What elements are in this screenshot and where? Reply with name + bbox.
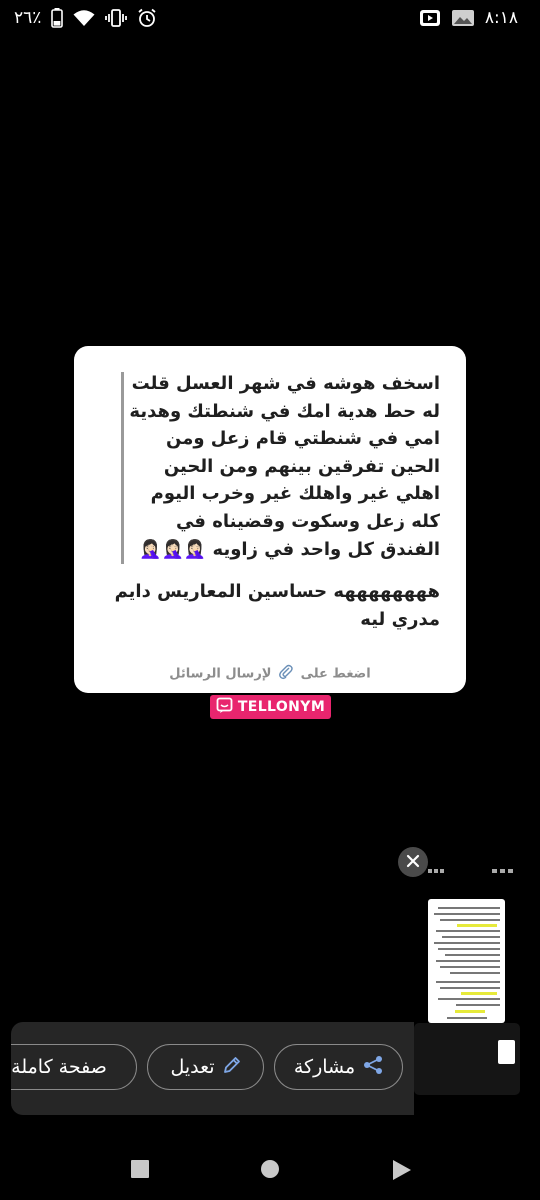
vibrate-icon <box>105 9 128 27</box>
screenshot-action-bar: مشاركة تعديل صفحة كاملة <box>11 1022 414 1115</box>
full-page-label: صفحة كاملة <box>11 1056 107 1078</box>
thumb-status-right <box>492 859 514 873</box>
paperclip-icon <box>279 664 293 684</box>
battery-percent: ٢٦٪ <box>14 8 42 28</box>
send-hint-after: لإرسال الرسائل <box>169 666 272 682</box>
reply-message: ههههههههه حساسين المعاريس دايم مدري ليه <box>114 581 440 630</box>
gallery-icon <box>451 9 475 27</box>
message-card: اسخف هوشه في شهر العسل قلت له حط هدية ام… <box>74 346 466 693</box>
pencil-icon <box>223 1056 241 1078</box>
brand-name: TELLONYM <box>237 699 326 715</box>
back-triangle-icon[interactable] <box>392 1159 412 1185</box>
status-left-group: ٢٦٪ <box>14 8 157 28</box>
thumbnail-mini-page <box>498 1040 515 1064</box>
status-bar: ٢٦٪ ٨:١٨ <box>0 0 540 38</box>
clock: ٨:١٨ <box>484 8 518 28</box>
send-hint-before: اضغط على <box>300 666 371 682</box>
recents-square-icon[interactable] <box>131 1160 149 1178</box>
screen-record-icon <box>419 9 441 27</box>
tellonym-logo-icon <box>216 697 233 718</box>
full-page-button[interactable]: صفحة كاملة <box>11 1044 137 1090</box>
share-label: مشاركة <box>293 1056 356 1078</box>
alarm-icon <box>137 8 157 28</box>
quoted-message: اسخف هوشه في شهر العسل قلت له حط هدية ام… <box>129 373 440 560</box>
thumb-status-left <box>428 859 446 873</box>
send-hint: اضغط على لإرسال الرسائل <box>74 664 466 684</box>
brand-badge: TELLONYM <box>210 695 331 719</box>
close-preview-button[interactable] <box>398 847 428 877</box>
wifi-icon <box>73 9 95 27</box>
status-right-group: ٨:١٨ <box>419 8 518 28</box>
screenshot-preview-thumbnail[interactable] <box>428 899 505 1023</box>
edit-label: تعديل <box>170 1056 215 1078</box>
battery-icon <box>51 8 64 28</box>
close-icon <box>406 853 420 872</box>
home-circle-icon[interactable] <box>261 1160 279 1178</box>
share-button[interactable]: مشاركة <box>274 1044 403 1090</box>
share-icon <box>363 1055 383 1079</box>
edit-button[interactable]: تعديل <box>147 1044 264 1090</box>
navigation-bar <box>0 1145 540 1195</box>
